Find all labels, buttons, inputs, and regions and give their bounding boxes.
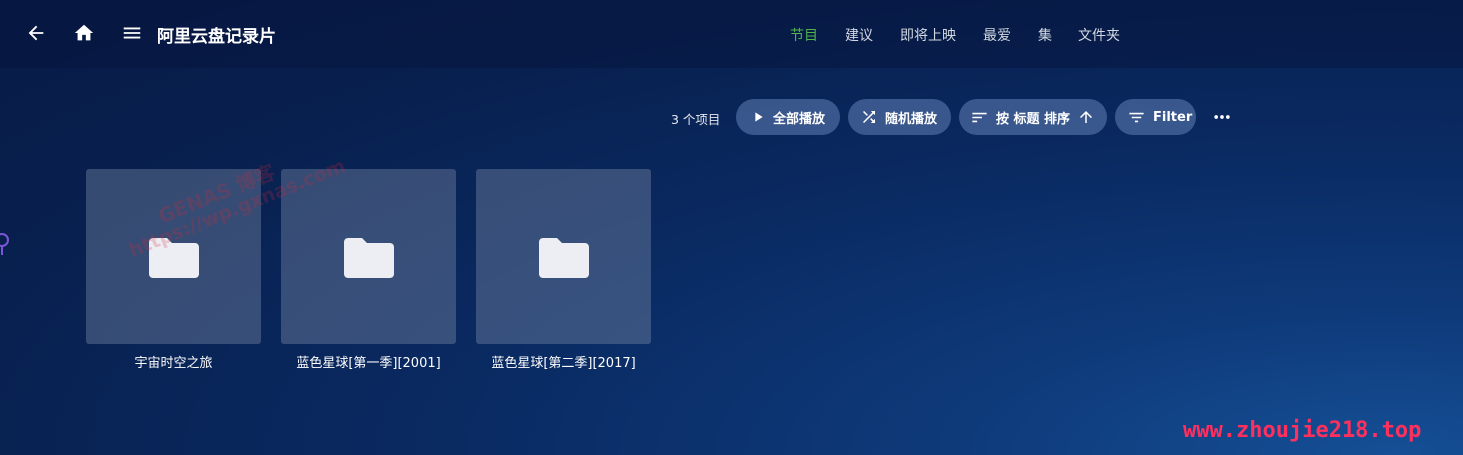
- tab-suggestions[interactable]: 建议: [845, 25, 873, 45]
- back-arrow-icon: [28, 25, 44, 41]
- play-all-button[interactable]: 全部播放: [736, 99, 840, 135]
- shuffle-icon: [863, 111, 875, 123]
- tab-favorites[interactable]: 最爱: [983, 25, 1011, 45]
- card-title[interactable]: 蓝色星球[第一季][2001]: [281, 352, 456, 371]
- sort-icon: [972, 112, 987, 122]
- edge-mark-icon: [0, 231, 14, 261]
- card-thumbnail[interactable]: [86, 169, 261, 344]
- more-icon: [1214, 115, 1230, 119]
- card-title[interactable]: 蓝色星球[第二季][2017]: [476, 352, 651, 371]
- filter-label: Filter: [1153, 109, 1193, 125]
- home-icon: [74, 24, 94, 41]
- folder-icon: [538, 237, 589, 278]
- play-all-label: 全部播放: [773, 111, 826, 127]
- folder-icon: [343, 237, 394, 278]
- filter-icon: [1129, 112, 1144, 122]
- hamburger-menu-icon: [123, 27, 141, 39]
- folder-card[interactable]: 蓝色星球[第一季][2001]: [281, 169, 456, 371]
- sort-label: 按 标题 排序: [996, 111, 1071, 127]
- shuffle-button[interactable]: 随机播放: [848, 99, 951, 135]
- more-button[interactable]: [1206, 103, 1238, 131]
- play-icon: [755, 112, 763, 122]
- folder-card[interactable]: 蓝色星球[第二季][2017]: [476, 169, 651, 371]
- tab-upcoming[interactable]: 即将上映: [900, 25, 956, 45]
- page-title: 阿里云盘记录片: [157, 27, 276, 47]
- tab-shows[interactable]: 节目: [790, 25, 818, 45]
- filter-button[interactable]: Filter: [1115, 99, 1196, 135]
- sort-button[interactable]: 按 标题 排序: [959, 99, 1107, 135]
- card-title[interactable]: 宇宙时空之旅: [86, 352, 261, 371]
- back-button[interactable]: [24, 21, 48, 45]
- app-header: 阿里云盘记录片 节目 建议 即将上映 最爱 集 文件夹: [0, 0, 1463, 68]
- tab-folders[interactable]: 文件夹: [1078, 25, 1120, 45]
- arrow-up-icon: [1080, 111, 1093, 123]
- card-thumbnail[interactable]: [281, 169, 456, 344]
- card-thumbnail[interactable]: [476, 169, 651, 344]
- home-button[interactable]: [72, 21, 96, 45]
- shuffle-label: 随机播放: [885, 111, 938, 127]
- folder-icon: [148, 237, 199, 278]
- item-count: 3 个项目: [671, 112, 721, 127]
- tab-collections[interactable]: 集: [1038, 25, 1052, 45]
- menu-button[interactable]: [120, 21, 144, 45]
- folder-card[interactable]: 宇宙时空之旅: [86, 169, 261, 371]
- site-watermark: www.zhoujie218.top: [1183, 418, 1422, 443]
